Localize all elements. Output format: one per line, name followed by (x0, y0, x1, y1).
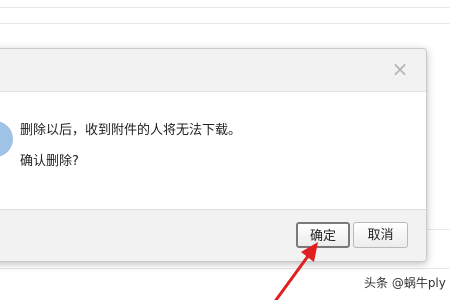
background-divider (0, 268, 450, 269)
close-icon[interactable]: × (390, 59, 410, 79)
confirm-button[interactable]: 确定 (296, 222, 350, 248)
dialog-body: 删除以后，收到附件的人将无法下载。 确认删除? (0, 92, 426, 208)
cancel-button[interactable]: 取消 (353, 222, 408, 248)
delete-confirm-dialog: × 删除以后，收到附件的人将无法下载。 确认删除? 确定 取消 (0, 48, 427, 262)
background-divider (0, 7, 450, 8)
dialog-header: × (0, 49, 426, 92)
dialog-message: 删除以后，收到附件的人将无法下载。 (20, 123, 242, 138)
page: × 删除以后，收到附件的人将无法下载。 确认删除? 确定 取消 头条 @蜗牛pl… (0, 0, 450, 300)
info-icon (0, 121, 13, 157)
dialog-question: 确认删除? (20, 154, 79, 169)
dialog-footer: 确定 取消 (0, 209, 426, 261)
background-divider (0, 23, 450, 24)
watermark: 头条 @蜗牛ply (364, 276, 446, 290)
